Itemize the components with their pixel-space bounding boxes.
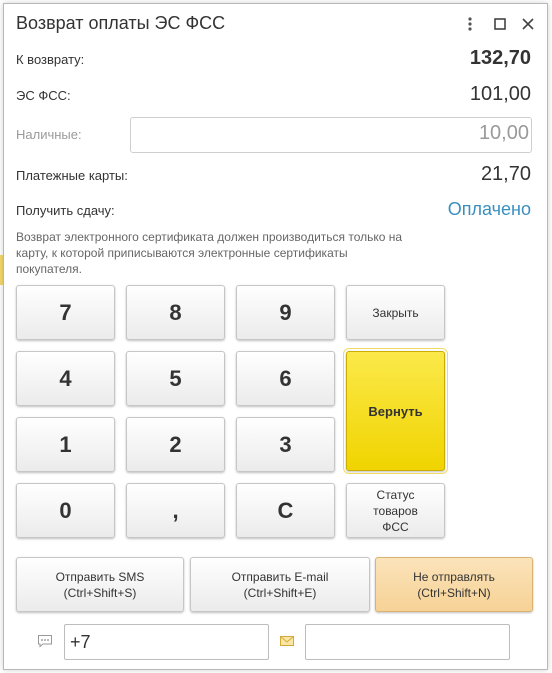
cards-label: Платежные карты: xyxy=(16,168,128,183)
change-label: Получить сдачу: xyxy=(16,203,115,218)
key-5[interactable]: 5 xyxy=(126,351,225,406)
refund-hint: Возврат электронного сертификата должен … xyxy=(16,230,403,276)
send-email-shortcut: (Ctrl+Shift+E) xyxy=(243,585,317,600)
cards-value: 21,70 xyxy=(480,163,531,185)
send-sms-shortcut: (Ctrl+Shift+S) xyxy=(63,585,137,600)
key-2[interactable]: 2 xyxy=(126,417,225,472)
email-input[interactable] xyxy=(305,624,510,660)
dont-send-shortcut: (Ctrl+Shift+N) xyxy=(417,585,491,600)
cash-input[interactable]: 10,00 xyxy=(130,117,532,153)
key-1[interactable]: 1 xyxy=(16,417,115,472)
send-email-button[interactable]: Отправить E-mail (Ctrl+Shift+E) xyxy=(190,557,370,612)
key-8[interactable]: 8 xyxy=(126,285,225,340)
key-0[interactable]: 0 xyxy=(16,483,115,538)
sms-icon xyxy=(37,634,53,648)
key-4[interactable]: 4 xyxy=(16,351,115,406)
refund-amount-value: 132,70 xyxy=(469,47,531,69)
cash-label: Наличные: xyxy=(16,127,82,142)
payment-status: Оплачено xyxy=(447,199,531,219)
fss-status-line3: ФСС xyxy=(382,519,409,534)
dialog-title: Возврат оплаты ЭС ФСС xyxy=(16,13,226,33)
fss-status-line1: Статус xyxy=(376,487,415,502)
key-9[interactable]: 9 xyxy=(236,285,335,340)
key-7[interactable]: 7 xyxy=(16,285,115,340)
fss-status-button[interactable]: Статус товаров ФСС xyxy=(346,483,445,538)
maximize-icon[interactable] xyxy=(490,14,510,34)
refund-button[interactable]: Вернуть xyxy=(343,348,448,474)
dont-send-label: Не отправлять xyxy=(413,569,495,584)
key-clear[interactable]: C xyxy=(236,483,335,538)
key-6[interactable]: 6 xyxy=(236,351,335,406)
key-3[interactable]: 3 xyxy=(236,417,335,472)
es-fss-value: 101,00 xyxy=(469,83,531,105)
send-sms-label: Отправить SMS xyxy=(55,569,145,584)
refund-dialog: Возврат оплаты ЭС ФСС К возврату: 132,70… xyxy=(3,3,548,670)
refund-amount-label: К возврату: xyxy=(16,52,85,67)
more-vert-icon[interactable] xyxy=(460,14,480,34)
close-button[interactable]: Закрыть xyxy=(346,285,445,340)
envelope-icon xyxy=(279,634,295,648)
es-fss-label: ЭС ФСС: xyxy=(16,88,71,103)
send-email-label: Отправить E-mail xyxy=(231,569,329,584)
send-sms-button[interactable]: Отправить SMS (Ctrl+Shift+S) xyxy=(16,557,184,612)
close-icon[interactable] xyxy=(518,14,538,34)
dont-send-button[interactable]: Не отправлять (Ctrl+Shift+N) xyxy=(375,557,533,612)
phone-input[interactable]: +7 xyxy=(64,624,269,660)
key-comma[interactable]: , xyxy=(126,483,225,538)
fss-status-line2: товаров xyxy=(373,503,418,518)
